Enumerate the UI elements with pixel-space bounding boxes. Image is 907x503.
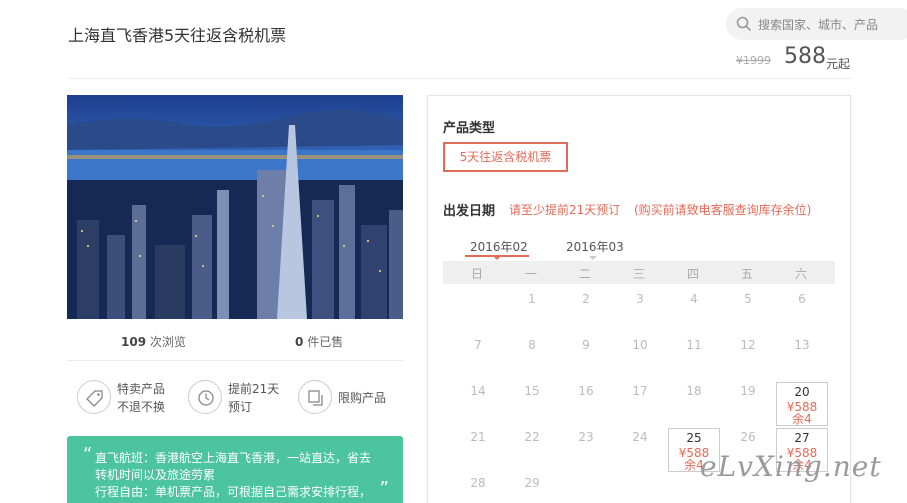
description-line: 行程自由：单机票产品，可根据自己需求安排行程， — [95, 485, 372, 499]
views-label: 次浏览 — [149, 335, 186, 349]
month-tab-active[interactable]: 2016年02 — [470, 238, 528, 255]
calendar-day: 5 — [744, 292, 752, 306]
caret-down-icon — [493, 256, 501, 260]
header-divider — [68, 78, 852, 79]
product-type-label: 产品类型 — [443, 121, 496, 136]
product-stats: 109 次浏览 0 件已售 — [67, 331, 403, 351]
calendar-day: 26 — [740, 430, 756, 444]
calendar-day: 21 — [470, 430, 486, 444]
sold-label: 件已售 — [307, 335, 344, 349]
description-line: 转机时间以及旅途劳累 — [95, 468, 216, 482]
calendar-day: 24 — [632, 430, 648, 444]
search-box[interactable]: 搜索国家、城市、产品 — [726, 8, 907, 40]
calendar-day: 3 — [636, 292, 644, 306]
caret-down-icon — [589, 256, 597, 260]
quote-close-icon: ” — [379, 478, 389, 499]
calendar-day: 10 — [632, 338, 648, 352]
calendar-day-number: 27 — [794, 431, 810, 445]
calendar-day: 19 — [740, 384, 756, 398]
calendar-day: 4 — [690, 292, 698, 306]
search-input[interactable]: 搜索国家、城市、产品 — [758, 16, 878, 33]
calendar-day: 23 — [578, 430, 594, 444]
calendar-day-available[interactable]: 20 ¥588 余4 — [776, 382, 828, 426]
calendar-day: 15 — [524, 384, 540, 398]
calendar-day: 6 — [798, 292, 806, 306]
sold-stat: 0 件已售 — [295, 333, 343, 350]
feature-line: 预订 — [228, 400, 253, 414]
weekday-label: 五 — [740, 267, 753, 281]
views-count: 109 — [121, 335, 147, 349]
tag-icon — [77, 380, 111, 414]
calendar-day: 2 — [582, 292, 590, 306]
price-unit: 元起 — [826, 57, 851, 71]
calendar-day: 14 — [470, 384, 486, 398]
calendar-day-remaining: 余4 — [792, 412, 812, 426]
weekday-label: 二 — [578, 267, 591, 281]
calendar-day: 18 — [686, 384, 702, 398]
stats-divider — [67, 360, 403, 361]
calendar-day: 7 — [474, 338, 482, 352]
month-tab[interactable]: 2016年03 — [566, 238, 624, 255]
product-title: 上海直飞香港5天往返含税机票 — [68, 26, 287, 45]
sold-count: 0 — [295, 335, 304, 349]
feature-line: 特卖产品 — [117, 382, 166, 396]
search-icon[interactable] — [736, 16, 752, 32]
quote-open-icon: “ — [83, 444, 93, 465]
calendar-day-number: 25 — [686, 431, 702, 445]
calendar-day-number: 20 — [794, 385, 810, 399]
calendar-day: 29 — [524, 476, 540, 490]
calendar-day: 22 — [524, 430, 540, 444]
calendar-day: 1 — [528, 292, 536, 306]
current-price: 588 — [784, 44, 826, 69]
product-photo — [67, 95, 403, 319]
advance-notice: 请至少提前21天预订 — [509, 203, 621, 217]
weekday-label: 三 — [632, 267, 645, 281]
weekday-label: 日 — [470, 267, 483, 281]
inventory-notice: (购买前请致电客服查询库存余位) — [634, 203, 812, 217]
clock-icon — [188, 380, 222, 414]
calendar-day: 28 — [470, 476, 486, 490]
calendar-day: 16 — [578, 384, 594, 398]
calendar-day: 17 — [632, 384, 648, 398]
calendar-day: 11 — [686, 338, 702, 352]
product-type-option[interactable]: 5天往返含税机票 — [443, 142, 568, 172]
description-box: “ 直飞航班：香港航空上海直飞香港，一站直达，省去 转机时间以及旅途劳累 行程自… — [67, 436, 403, 503]
calendar-day: 12 — [740, 338, 756, 352]
original-price: ¥1999 — [736, 54, 771, 67]
description-line: 直飞航班：香港航空上海直飞香港，一站直达，省去 — [95, 451, 372, 465]
weekday-label: 一 — [524, 267, 537, 281]
weekday-label: 六 — [794, 267, 807, 281]
copy-icon — [298, 380, 332, 414]
feature-line: 提前21天 — [228, 382, 280, 396]
feature-line: 不退不换 — [117, 400, 166, 414]
departure-date-label: 出发日期 — [443, 204, 496, 219]
calendar-day: 13 — [794, 338, 810, 352]
views-stat: 109 次浏览 — [121, 333, 186, 350]
watermark-logo: eLvXing.net — [700, 450, 882, 483]
calendar-day: 9 — [582, 338, 590, 352]
weekday-header: 日 一 二 三 四 五 六 — [443, 261, 835, 284]
weekday-label: 四 — [686, 267, 699, 281]
calendar-day: 8 — [528, 338, 536, 352]
feature-line: 限购产品 — [338, 391, 387, 405]
